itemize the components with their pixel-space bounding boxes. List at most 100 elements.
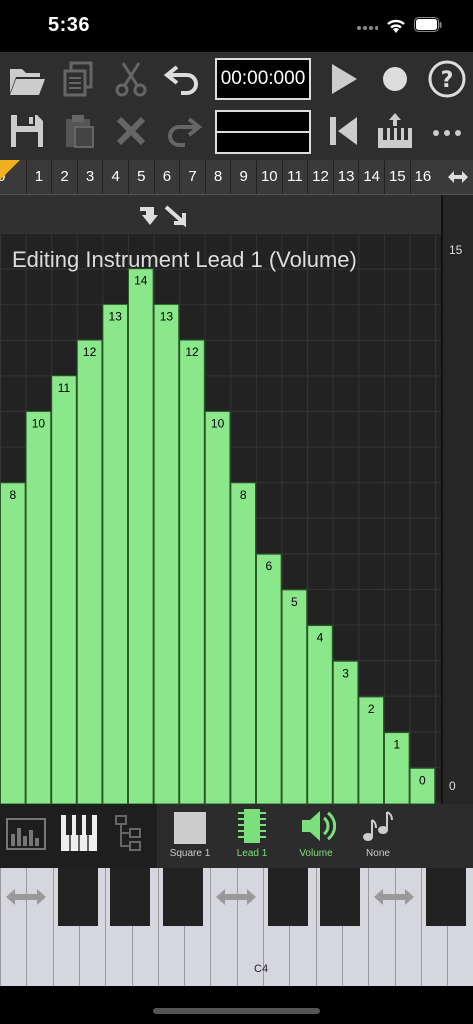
volume-bar[interactable] bbox=[51, 375, 77, 804]
notes-icon bbox=[363, 811, 393, 841]
tab-square-1[interactable]: Square 1 bbox=[162, 804, 218, 868]
ruler-tick[interactable]: 12 bbox=[307, 160, 333, 194]
key-label-c4: C4 bbox=[254, 963, 269, 975]
open-folder-icon[interactable] bbox=[4, 56, 50, 102]
volume-bar[interactable] bbox=[25, 410, 52, 804]
tab-none[interactable]: None bbox=[350, 804, 406, 868]
black-key[interactable] bbox=[163, 868, 203, 926]
ruler-tick[interactable]: 15 bbox=[384, 160, 410, 194]
tab-label: Lead 1 bbox=[236, 848, 268, 859]
battery-icon bbox=[414, 17, 442, 32]
delete-icon[interactable] bbox=[108, 108, 154, 154]
black-key[interactable] bbox=[320, 868, 360, 926]
chip-icon bbox=[238, 809, 266, 843]
more-icon[interactable] bbox=[424, 108, 470, 154]
ruler-tick[interactable]: 8 bbox=[204, 160, 231, 194]
paste-icon[interactable] bbox=[56, 108, 102, 154]
expand-horizontal-icon[interactable] bbox=[447, 168, 469, 186]
ruler-tick[interactable]: 14 bbox=[358, 160, 384, 194]
bar-value-label: 5 bbox=[291, 595, 298, 609]
cut-icon[interactable] bbox=[108, 56, 154, 102]
redo-icon[interactable] bbox=[160, 108, 206, 154]
volume-bar[interactable] bbox=[332, 660, 359, 804]
scale-max: 15 bbox=[449, 243, 463, 257]
wifi-icon bbox=[387, 19, 405, 33]
home-bar bbox=[0, 986, 473, 1024]
volume-bar[interactable] bbox=[0, 482, 26, 804]
scroll-arrows-icon[interactable] bbox=[214, 886, 258, 908]
mixer-icon[interactable] bbox=[6, 818, 46, 850]
toolbar: 00:00:000 ? bbox=[0, 52, 473, 160]
black-key[interactable] bbox=[426, 868, 466, 926]
volume-bar[interactable] bbox=[204, 410, 231, 804]
tab-volume[interactable]: Volume bbox=[288, 804, 344, 868]
envelope-editor[interactable]: 8 10 11 12 13 14 13 12 10 8 6 5 4 3 2 1 0 bbox=[0, 233, 441, 804]
black-key[interactable] bbox=[110, 868, 150, 926]
playhead-marker[interactable] bbox=[0, 160, 20, 180]
value-scale: 15 0 bbox=[441, 195, 473, 804]
bar-value-label: 8 bbox=[240, 488, 247, 502]
ruler-tick[interactable]: 5 bbox=[128, 160, 154, 194]
tree-icon[interactable] bbox=[114, 814, 144, 852]
home-indicator[interactable] bbox=[153, 1008, 320, 1014]
piano-roll-icon[interactable] bbox=[60, 814, 98, 852]
bar-value-label: 10 bbox=[32, 416, 46, 430]
scroll-arrows-icon[interactable] bbox=[4, 886, 48, 908]
ruler-tick[interactable]: 11 bbox=[281, 160, 308, 194]
bar-value-label: 2 bbox=[368, 702, 375, 716]
ruler-tick[interactable]: 13 bbox=[332, 160, 359, 194]
ruler-tick[interactable]: 10 bbox=[256, 160, 282, 194]
help-icon[interactable]: ? bbox=[424, 56, 470, 102]
volume-bar[interactable] bbox=[76, 339, 103, 804]
scroll-arrows-icon[interactable] bbox=[372, 886, 416, 908]
volume-bar[interactable] bbox=[153, 303, 180, 804]
record-icon[interactable] bbox=[372, 56, 418, 102]
volume-bar[interactable] bbox=[102, 303, 129, 804]
loop-arrows-icon[interactable] bbox=[136, 203, 188, 227]
ruler-tick[interactable]: 1 bbox=[25, 160, 52, 194]
volume-bar[interactable] bbox=[230, 482, 256, 804]
save-icon[interactable] bbox=[4, 108, 50, 154]
volume-bars[interactable]: 8101112131413121086543210 bbox=[0, 233, 441, 804]
rewind-icon[interactable] bbox=[320, 108, 366, 154]
volume-bar[interactable] bbox=[128, 268, 154, 804]
piano-import-icon[interactable] bbox=[372, 108, 418, 154]
undo-icon[interactable] bbox=[160, 56, 206, 102]
ruler-tick[interactable]: 7 bbox=[179, 160, 205, 194]
bar-value-label: 12 bbox=[83, 345, 97, 359]
copy-icon[interactable] bbox=[56, 56, 102, 102]
signal-icon bbox=[357, 26, 378, 30]
bar-value-label: 11 bbox=[58, 381, 71, 395]
piano-keyboard[interactable]: C4 bbox=[0, 868, 473, 986]
ruler-tick[interactable]: 4 bbox=[102, 160, 128, 194]
scale-min: 0 bbox=[449, 779, 456, 793]
square-icon bbox=[174, 812, 206, 844]
bar-value-label: 10 bbox=[211, 416, 225, 430]
ruler-tick[interactable]: 6 bbox=[153, 160, 180, 194]
play-icon[interactable] bbox=[320, 56, 366, 102]
timeline-ruler[interactable]: 0 1 2 3 4 5 6 7 8 9 10 11 12 13 14 15 16 bbox=[0, 160, 473, 195]
svg-text:?: ? bbox=[441, 68, 454, 93]
black-key[interactable] bbox=[58, 868, 98, 926]
tab-label: Square 1 bbox=[169, 848, 211, 859]
bar-value-label: 0 bbox=[419, 773, 426, 787]
volume-bar[interactable] bbox=[179, 339, 205, 804]
tab-label: None bbox=[366, 848, 390, 859]
ruler-tick[interactable]: 2 bbox=[51, 160, 77, 194]
bar-value-label: 1 bbox=[393, 738, 400, 752]
volume-bar[interactable] bbox=[281, 589, 308, 804]
speaker-icon bbox=[302, 811, 336, 841]
volume-bar[interactable] bbox=[307, 625, 333, 804]
bottom-panel: Square 1 Lead 1 Volume None bbox=[0, 804, 473, 868]
black-key[interactable] bbox=[268, 868, 308, 926]
ruler-tick[interactable]: 3 bbox=[76, 160, 103, 194]
ruler-tick[interactable]: 9 bbox=[230, 160, 256, 194]
time-display: 00:00:000 bbox=[215, 58, 311, 100]
bar-value-label: 12 bbox=[185, 345, 199, 359]
bar-value-label: 13 bbox=[109, 309, 123, 323]
bar-value-label: 13 bbox=[160, 309, 174, 323]
tab-lead-1[interactable]: Lead 1 bbox=[224, 804, 280, 868]
ruler-tick[interactable]: 16 bbox=[409, 160, 436, 194]
bar-value-label: 3 bbox=[342, 666, 349, 680]
volume-bar[interactable] bbox=[256, 553, 282, 804]
